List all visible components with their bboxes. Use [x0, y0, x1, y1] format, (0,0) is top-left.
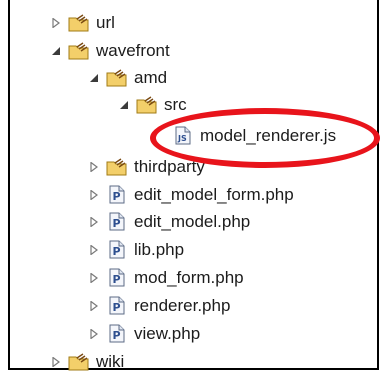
collapsed-arrow-icon[interactable]: [88, 272, 100, 284]
expanded-arrow-icon[interactable]: [88, 72, 100, 84]
project-explorer-panel: url wavefront amd src JS model_renderer.…: [8, 0, 379, 371]
tree-item-edit-model-form-php[interactable]: P edit_model_form.php: [88, 180, 294, 209]
tree-item-wavefront[interactable]: wavefront: [50, 36, 170, 65]
collapsed-arrow-icon[interactable]: [88, 189, 100, 201]
tree-item-label: edit_model.php: [134, 212, 251, 231]
collapsed-arrow-icon[interactable]: [88, 244, 100, 256]
tree-item-url[interactable]: url: [50, 8, 115, 37]
php-file-icon: P: [106, 268, 128, 288]
tree-item-label: lib.php: [134, 240, 185, 259]
collapsed-arrow-icon[interactable]: [88, 161, 100, 173]
tree-item-label: renderer.php: [134, 296, 231, 315]
tree-item-wiki[interactable]: wiki: [50, 347, 124, 376]
tree-item-renderer-php[interactable]: P renderer.php: [88, 291, 230, 320]
collapsed-arrow-icon[interactable]: [50, 356, 62, 368]
tree-item-label: thirdparty: [134, 157, 205, 176]
tree-item-model-renderer-js[interactable]: JS model_renderer.js: [172, 121, 336, 150]
expanded-arrow-icon[interactable]: [118, 99, 130, 111]
svg-text:JS: JS: [177, 134, 187, 143]
file-tree: url wavefront amd src JS model_renderer.…: [10, 0, 377, 371]
package-folder-icon: [106, 68, 128, 88]
package-folder-icon: [136, 95, 158, 115]
tree-item-label: url: [96, 13, 115, 32]
tree-item-lib-php[interactable]: P lib.php: [88, 235, 184, 264]
php-file-icon: P: [106, 240, 128, 260]
tree-item-mod-form-php[interactable]: P mod_form.php: [88, 263, 244, 292]
tree-item-edit-model-php[interactable]: P edit_model.php: [88, 207, 250, 236]
tree-item-label: edit_model_form.php: [134, 185, 294, 204]
tree-item-label: mod_form.php: [134, 268, 244, 287]
php-file-icon: P: [106, 185, 128, 205]
svg-text:P: P: [113, 190, 121, 203]
collapsed-arrow-icon[interactable]: [50, 17, 62, 29]
tree-item-thirdparty[interactable]: thirdparty: [88, 152, 205, 181]
svg-text:P: P: [113, 273, 121, 286]
tree-item-view-php[interactable]: P view.php: [88, 319, 200, 348]
svg-text:P: P: [113, 217, 121, 230]
svg-text:P: P: [113, 301, 121, 314]
php-file-icon: P: [106, 324, 128, 344]
package-folder-icon: [68, 41, 90, 61]
expanded-arrow-icon[interactable]: [50, 45, 62, 57]
tree-item-label: wavefront: [96, 41, 170, 60]
php-file-icon: P: [106, 296, 128, 316]
collapsed-arrow-icon[interactable]: [88, 216, 100, 228]
tree-item-label: amd: [134, 68, 168, 87]
tree-item-amd[interactable]: amd: [88, 63, 167, 92]
tree-item-label: wiki: [96, 352, 125, 371]
package-folder-icon: [68, 13, 90, 33]
collapsed-arrow-icon[interactable]: [88, 328, 100, 340]
tree-item-label: model_renderer.js: [200, 126, 337, 145]
php-file-icon: P: [106, 212, 128, 232]
js-file-icon: JS: [172, 126, 194, 146]
tree-item-label: src: [164, 95, 187, 114]
tree-item-label: view.php: [134, 324, 201, 343]
svg-text:P: P: [113, 329, 121, 342]
collapsed-arrow-icon[interactable]: [88, 300, 100, 312]
svg-text:P: P: [113, 245, 121, 258]
package-folder-icon: [106, 157, 128, 177]
tree-item-src[interactable]: src: [118, 90, 187, 119]
package-folder-icon: [68, 352, 90, 372]
